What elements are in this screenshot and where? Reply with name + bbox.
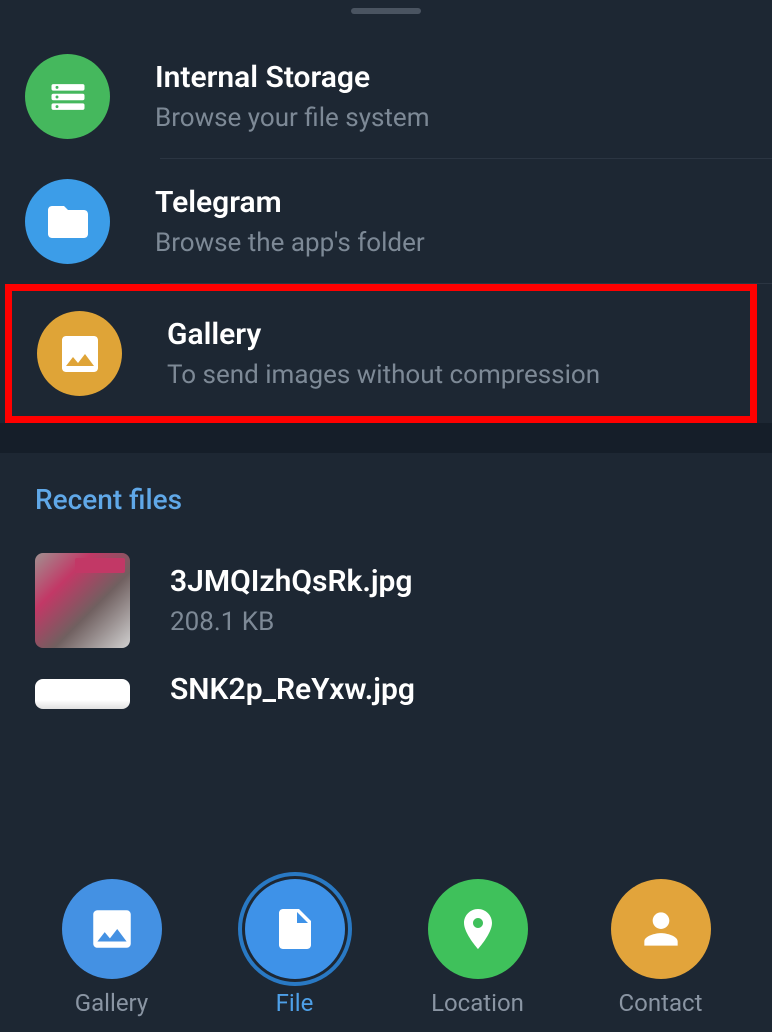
source-text: Telegram Browse the app's folder (155, 185, 747, 258)
nav-location[interactable]: Location (428, 879, 528, 1017)
file-thumbnail (35, 553, 130, 648)
recent-file-item[interactable]: 3JMQIzhQsRk.jpg 208.1 KB (35, 541, 737, 660)
source-text: Gallery To send images without compressi… (167, 317, 725, 390)
file-info: 3JMQIzhQsRk.jpg 208.1 KB (170, 564, 412, 637)
folder-icon (25, 179, 110, 264)
source-title: Telegram (155, 185, 747, 220)
file-thumbnail (35, 679, 130, 709)
source-subtitle: To send images without compression (167, 360, 725, 390)
section-divider (0, 423, 772, 453)
source-text: Internal Storage Browse your file system (155, 60, 747, 133)
file-icon (245, 879, 345, 979)
nav-label: Location (431, 989, 524, 1017)
source-list: Internal Storage Browse your file system… (0, 34, 772, 423)
nav-label: Contact (619, 989, 703, 1017)
source-title: Internal Storage (155, 60, 747, 95)
nav-label: Gallery (75, 989, 149, 1017)
gallery-icon (62, 879, 162, 979)
source-subtitle: Browse the app's folder (155, 228, 747, 258)
location-icon (428, 879, 528, 979)
drag-handle[interactable] (351, 8, 421, 14)
source-telegram[interactable]: Telegram Browse the app's folder (0, 159, 772, 284)
contact-icon (611, 879, 711, 979)
file-name: 3JMQIzhQsRk.jpg (170, 564, 412, 599)
nav-gallery[interactable]: Gallery (62, 879, 162, 1017)
bottom-nav: Gallery File Location Contact (0, 869, 772, 1032)
nav-label: File (276, 989, 314, 1017)
nav-contact[interactable]: Contact (611, 879, 711, 1017)
storage-icon (25, 54, 110, 139)
file-size: 208.1 KB (170, 607, 412, 637)
source-gallery-highlighted[interactable]: Gallery To send images without compressi… (5, 284, 757, 423)
nav-file[interactable]: File (245, 879, 345, 1017)
recent-section: Recent files 3JMQIzhQsRk.jpg 208.1 KB SN… (0, 453, 772, 737)
image-icon (37, 311, 122, 396)
recent-files-header: Recent files (35, 483, 737, 516)
file-info: SNK2p_ReYxw.jpg (170, 672, 415, 715)
source-title: Gallery (167, 317, 725, 352)
source-subtitle: Browse your file system (155, 103, 747, 133)
source-internal-storage[interactable]: Internal Storage Browse your file system (0, 34, 772, 159)
file-name: SNK2p_ReYxw.jpg (170, 672, 415, 707)
recent-file-item[interactable]: SNK2p_ReYxw.jpg (35, 660, 737, 727)
